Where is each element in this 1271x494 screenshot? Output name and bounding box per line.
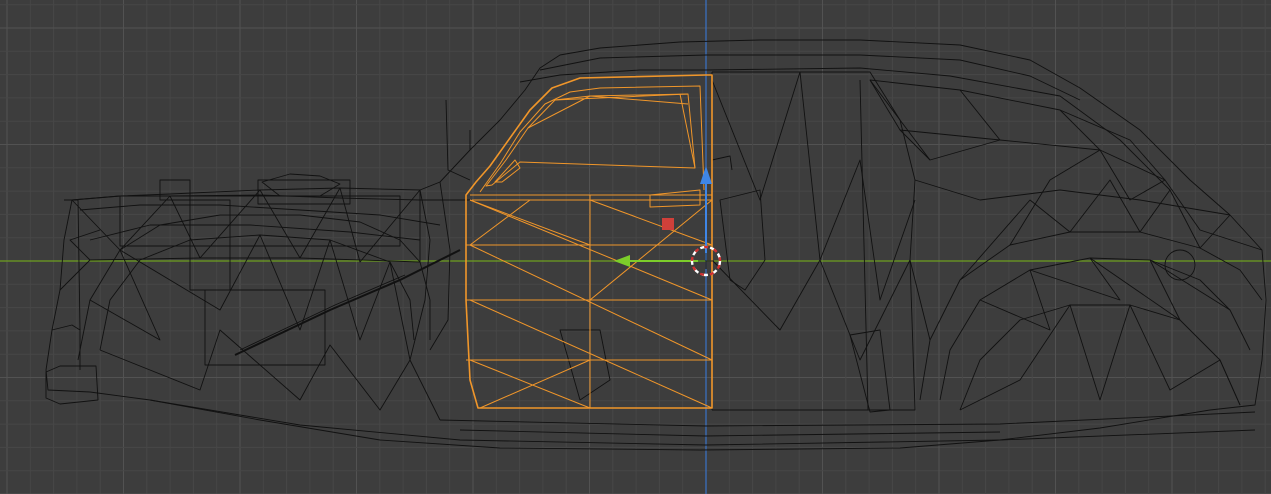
arrow-left-icon[interactable]: [614, 255, 630, 267]
3d-viewport[interactable]: [0, 0, 1271, 494]
arrow-up-icon[interactable]: [700, 166, 712, 184]
viewport-canvas[interactable]: [0, 0, 1271, 494]
transform-gizmo[interactable]: [614, 166, 712, 267]
square-handle-icon[interactable]: [662, 218, 674, 230]
